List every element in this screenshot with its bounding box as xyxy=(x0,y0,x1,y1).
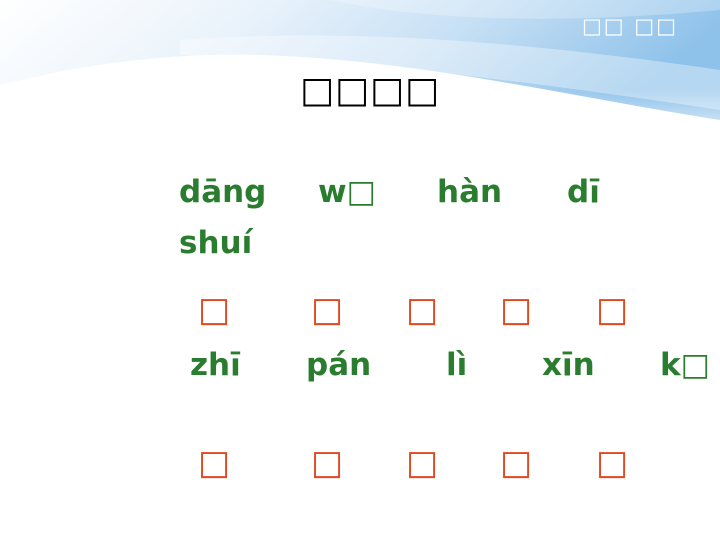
pinyin-row1-1: dāng xyxy=(179,174,267,210)
header-tag: □□ □□ xyxy=(581,14,678,38)
pinyin-row2-2: pán xyxy=(306,347,372,383)
char-box-row2-1: □ xyxy=(198,443,231,483)
pinyin-row2-4: xīn xyxy=(542,347,595,383)
pinyin-row1-5: shuí xyxy=(179,225,253,261)
char-box-row1-1: □ xyxy=(198,290,231,330)
pinyin-row2-3: lì xyxy=(446,347,468,383)
page-title: □□□□ xyxy=(299,70,441,111)
char-box-row2-5: □ xyxy=(596,443,629,483)
pinyin-row2-5: k□ xyxy=(660,347,710,383)
char-box-row2-2: □ xyxy=(311,443,344,483)
char-box-row2-4: □ xyxy=(500,443,533,483)
pinyin-row1-4: dī xyxy=(567,174,600,210)
pinyin-row1-2: w□ xyxy=(318,174,376,210)
pinyin-row1-3: hàn xyxy=(437,174,503,210)
char-box-row2-3: □ xyxy=(406,443,439,483)
char-box-row1-2: □ xyxy=(311,290,344,330)
slide: □□ □□ □□□□ dāng w□ hàn dī shuí □ □ □ □ □… xyxy=(0,0,720,540)
char-box-row1-5: □ xyxy=(596,290,629,330)
char-box-row1-3: □ xyxy=(406,290,439,330)
char-box-row1-4: □ xyxy=(500,290,533,330)
pinyin-row2-1: zhī xyxy=(190,347,241,383)
